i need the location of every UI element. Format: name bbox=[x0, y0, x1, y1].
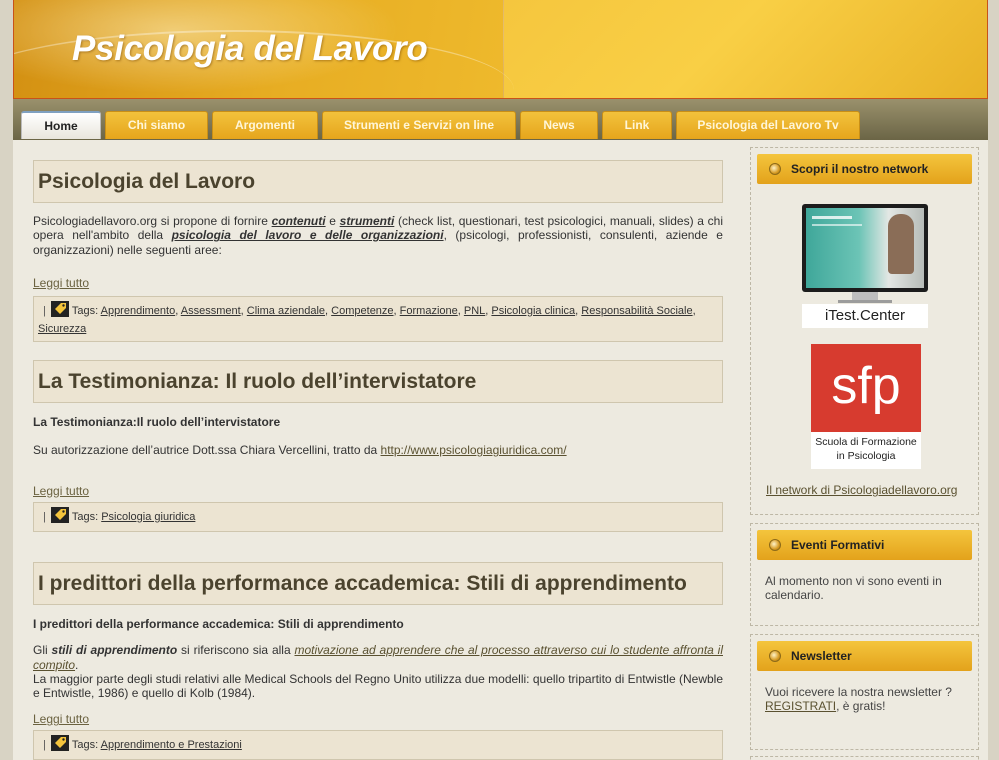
post-2: La Testimonianza: Il ruolo dell’intervis… bbox=[33, 360, 723, 532]
post-title[interactable]: I predittori della performance accademic… bbox=[33, 562, 723, 605]
tag-link[interactable]: Competenze bbox=[331, 305, 393, 317]
separator: | bbox=[43, 304, 46, 317]
tags-label: Tags: bbox=[71, 739, 99, 752]
tab-strumenti[interactable]: Strumenti e Servizi on line bbox=[322, 111, 516, 139]
tag-icon bbox=[50, 506, 69, 523]
bullet-icon bbox=[769, 539, 781, 551]
post-title[interactable]: La Testimonianza: Il ruolo dell’intervis… bbox=[33, 360, 723, 403]
post-excerpt: Psicologiadellavoro.org si propone di fo… bbox=[33, 214, 723, 257]
widget-title-text: Newsletter bbox=[791, 649, 852, 663]
events-text: Al momento non vi sono eventi in calenda… bbox=[765, 574, 942, 602]
separator: | bbox=[43, 739, 46, 752]
widget-next-partial bbox=[750, 756, 979, 760]
sfp-caption-2: in Psicologia bbox=[836, 450, 896, 462]
bullet-icon bbox=[769, 650, 781, 662]
tag-link[interactable]: Clima aziendale bbox=[247, 305, 325, 317]
newsletter-body: Vuoi ricevere la nostra newsletter ? REG… bbox=[751, 671, 978, 713]
read-more-link[interactable]: Leggi tutto bbox=[33, 276, 723, 290]
excerpt-text: si riferiscono sia alla bbox=[177, 643, 295, 658]
itest-caption: iTest.Center bbox=[802, 304, 928, 328]
tag-icon bbox=[50, 300, 69, 317]
tag-icon bbox=[50, 735, 69, 752]
tag-link[interactable]: Apprendimento e Prestazioni bbox=[101, 739, 242, 751]
link-contenuti[interactable]: contenuti bbox=[272, 214, 326, 228]
tab-argomenti[interactable]: Argomenti bbox=[212, 111, 318, 139]
widget-title-text: Eventi Formativi bbox=[791, 538, 885, 552]
widget-network: Scopri il nostro network iTest.Center sf… bbox=[750, 147, 979, 515]
site-title[interactable]: Psicologia del Lavoro bbox=[72, 29, 428, 69]
read-more-link[interactable]: Leggi tutto bbox=[33, 484, 723, 498]
monitor-icon bbox=[802, 204, 928, 292]
sfp-caption-1: Scuola di Formazione bbox=[815, 436, 917, 448]
tag-link[interactable]: Responsabilità Sociale bbox=[581, 305, 692, 317]
sidebar: Scopri il nostro network iTest.Center sf… bbox=[740, 140, 988, 760]
tag-link[interactable]: Psicologia clinica bbox=[491, 305, 575, 317]
bullet-icon bbox=[769, 163, 781, 175]
tab-news[interactable]: News bbox=[520, 111, 598, 139]
tab-chi-siamo[interactable]: Chi siamo bbox=[105, 111, 208, 139]
itest-center-logo[interactable]: iTest.Center bbox=[802, 204, 928, 328]
register-link[interactable]: REGISTRATI bbox=[765, 699, 836, 713]
post-title[interactable]: Psicologia del Lavoro bbox=[33, 160, 723, 203]
source-link[interactable]: http://www.psicologiagiuridica.com/ bbox=[381, 443, 567, 457]
tab-psicologia-tv[interactable]: Psicologia del Lavoro Tv bbox=[676, 111, 860, 139]
widget-title: Eventi Formativi bbox=[757, 530, 972, 560]
excerpt-text-2: La maggior parte degli studi relativi al… bbox=[33, 671, 723, 701]
post-excerpt: Gli stili di apprendimento si riferiscon… bbox=[33, 643, 723, 700]
post-subtitle: La Testimonianza:Il ruolo dell’intervist… bbox=[33, 415, 281, 429]
tag-link[interactable]: Psicologia giuridica bbox=[101, 511, 195, 523]
post-subtitle: I predittori della performance accademic… bbox=[33, 617, 404, 631]
tag-link[interactable]: PNL bbox=[464, 305, 485, 317]
emphasis-text: stili di apprendimento bbox=[51, 643, 178, 658]
widget-title-text: Scopri il nostro network bbox=[791, 162, 929, 176]
main-nav: Home Chi siamo Argomenti Strumenti e Ser… bbox=[13, 99, 988, 140]
site-header: Psicologia del Lavoro bbox=[13, 0, 988, 99]
tag-box: | Tags: Apprendimento e Prestazioni bbox=[33, 730, 723, 760]
excerpt-text: Psicologiadellavoro.org si propone di fo… bbox=[33, 214, 272, 228]
widget-newsletter: Newsletter Vuoi ricevere la nostra newsl… bbox=[750, 634, 979, 750]
tag-link[interactable]: Formazione bbox=[400, 305, 458, 317]
tab-link[interactable]: Link bbox=[602, 111, 672, 139]
tag-link[interactable]: Sicurezza bbox=[38, 323, 86, 335]
widget-events: Eventi Formativi Al momento non vi sono … bbox=[750, 523, 979, 626]
link-strumenti[interactable]: strumenti bbox=[340, 214, 395, 228]
post-1: Psicologia del Lavoro Psicologiadellavor… bbox=[33, 160, 723, 342]
read-more-link[interactable]: Leggi tutto bbox=[33, 712, 723, 726]
excerpt-text: Su autorizzazione dell’autrice Dott.ssa … bbox=[33, 443, 381, 458]
tag-box: | Tags: Apprendimento, Assessment, Clima … bbox=[33, 295, 723, 342]
sfp-logo[interactable]: sfp Scuola di Formazione in Psicologia bbox=[811, 344, 921, 469]
tag-link[interactable]: Assessment bbox=[181, 305, 241, 317]
link-psicologia-lavoro[interactable]: psicologia del lavoro e delle organizzaz… bbox=[172, 228, 444, 242]
tags-label: Tags: bbox=[71, 510, 99, 523]
widget-title: Scopri il nostro network bbox=[757, 154, 972, 184]
excerpt-text: Gli bbox=[33, 643, 52, 658]
tags-label: Tags: bbox=[71, 304, 99, 317]
tag-box: | Tags: Psicologia giuridica bbox=[33, 501, 723, 532]
excerpt-text: e bbox=[325, 214, 340, 228]
tag-link[interactable]: Apprendimento bbox=[101, 305, 176, 317]
excerpt-text: . bbox=[75, 657, 79, 672]
newsletter-suffix: , è gratis! bbox=[836, 699, 886, 713]
post-3: I predittori della performance accademic… bbox=[33, 562, 723, 760]
network-link[interactable]: Il network di Psicologiadellavoro.org bbox=[766, 483, 957, 497]
post-excerpt: Su autorizzazione dell’autrice Dott.ssa … bbox=[33, 443, 723, 457]
main-content: Psicologia del Lavoro Psicologiadellavor… bbox=[13, 140, 740, 760]
newsletter-text: Vuoi ricevere la nostra newsletter ? bbox=[765, 685, 952, 699]
tab-home[interactable]: Home bbox=[21, 111, 101, 139]
separator: | bbox=[43, 510, 46, 523]
sfp-logo-mark: sfp bbox=[811, 344, 921, 432]
widget-title: Newsletter bbox=[757, 641, 972, 671]
